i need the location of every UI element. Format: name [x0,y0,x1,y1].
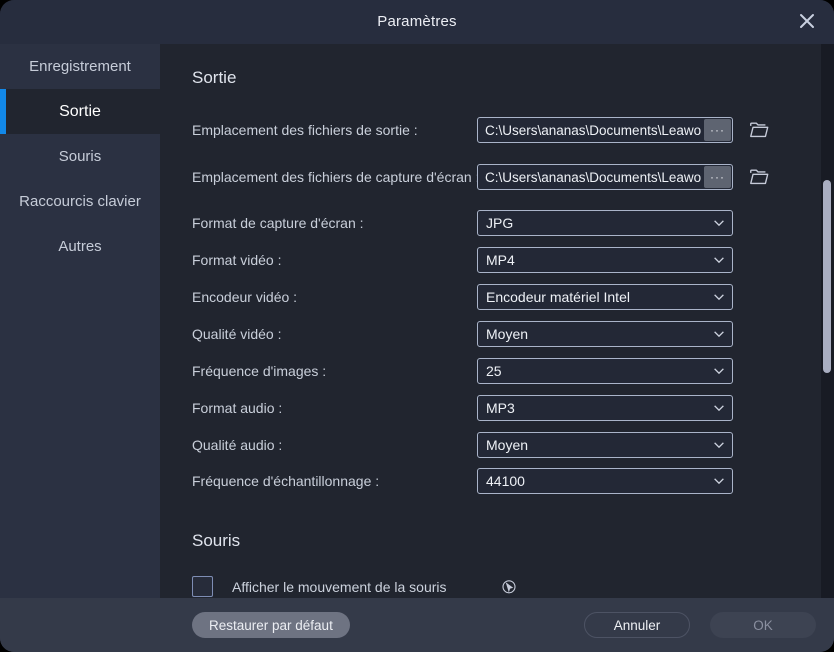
titlebar: Paramètres [0,0,834,44]
setting-row: Format audio : MP3 [160,395,834,421]
sidebar-item-label: Raccourcis clavier [19,193,141,210]
setting-row: Encodeur vidéo : Encodeur matériel Intel [160,284,834,310]
setting-row: Qualité audio : Moyen [160,432,834,458]
sidebar-item-enregistrement[interactable]: Enregistrement [0,44,160,89]
sidebar-item-label: Souris [59,148,102,165]
select-value: MP3 [478,400,706,416]
video-format-select[interactable]: MP4 [477,247,733,273]
select-value: MP4 [478,252,706,268]
dialog-title: Paramètres [0,0,834,44]
close-button[interactable] [795,11,819,35]
folder-icon[interactable] [748,119,770,141]
sidebar-item-label: Enregistrement [29,58,131,75]
settings-dialog: Paramètres Enregistrement Sortie Souris … [0,0,834,652]
setting-row: Fréquence d'images : 25 [160,358,834,384]
section-title-souris: Souris [192,531,240,551]
path-value: C:\Users\ananas\Documents\Leawo [478,123,704,138]
select-value: 25 [478,363,706,379]
path-value: C:\Users\ananas\Documents\Leawo [478,170,704,185]
field-label: Encodeur vidéo : [192,284,297,310]
field-label: Emplacement des fichiers de sortie : [192,117,418,143]
close-icon [797,11,817,36]
show-mouse-movement-checkbox[interactable] [192,576,213,597]
field-label: Format vidéo : [192,247,281,273]
setting-row: Emplacement des fichiers de sortie : C:\… [160,117,834,143]
setting-row: Emplacement des fichiers de capture d'éc… [160,164,834,190]
output-path-field[interactable]: C:\Users\ananas\Documents\Leawo ··· [477,117,733,143]
select-value: Moyen [478,326,706,342]
select-value: 44100 [478,473,706,489]
frame-rate-select[interactable]: 25 [477,358,733,384]
setting-row: Qualité vidéo : Moyen [160,321,834,347]
sidebar-item-sortie[interactable]: Sortie [0,89,160,134]
setting-row: Format de capture d'écran : JPG [160,210,834,236]
folder-icon[interactable] [748,166,770,188]
audio-format-select[interactable]: MP3 [477,395,733,421]
sidebar-item-label: Autres [58,238,101,255]
chevron-down-icon [706,438,732,452]
field-label: Qualité vidéo : [192,321,282,347]
sidebar-item-label: Sortie [59,103,101,121]
chevron-down-icon [706,290,732,304]
sample-rate-select[interactable]: 44100 [477,468,733,494]
scrollbar-thumb[interactable] [823,180,831,373]
browse-button[interactable]: ··· [704,119,731,141]
sidebar: Enregistrement Sortie Souris Raccourcis … [0,44,160,652]
audio-quality-select[interactable]: Moyen [477,432,733,458]
screenshot-path-field[interactable]: C:\Users\ananas\Documents\Leawo ··· [477,164,733,190]
video-encoder-select[interactable]: Encodeur matériel Intel [477,284,733,310]
chevron-down-icon [706,327,732,341]
browse-button[interactable]: ··· [704,166,731,188]
field-label: Qualité audio : [192,432,282,458]
sidebar-item-raccourcis-clavier[interactable]: Raccourcis clavier [0,179,160,224]
field-label: Fréquence d'échantillonnage : [192,468,379,494]
screenshot-format-select[interactable]: JPG [477,210,733,236]
cancel-button[interactable]: Annuler [584,612,690,638]
settings-content: Sortie Emplacement des fichiers de sorti… [160,44,834,652]
footer-bar: Restaurer par défaut Annuler OK [0,598,834,652]
select-value: Encodeur matériel Intel [478,289,706,305]
restore-defaults-button[interactable]: Restaurer par défaut [192,612,350,638]
section-title-sortie: Sortie [192,68,236,88]
scrollbar-track[interactable] [821,44,834,598]
mouse-cursor-icon [500,577,518,600]
field-label: Format audio : [192,395,282,421]
video-quality-select[interactable]: Moyen [477,321,733,347]
sidebar-item-souris[interactable]: Souris [0,134,160,179]
chevron-down-icon [706,401,732,415]
select-value: JPG [478,215,706,231]
chevron-down-icon [706,253,732,267]
chevron-down-icon [706,364,732,378]
field-label: Emplacement des fichiers de capture d'éc… [192,164,480,190]
field-label: Format de capture d'écran : [192,210,364,236]
chevron-down-icon [706,216,732,230]
field-label: Fréquence d'images : [192,358,326,384]
setting-row: Fréquence d'échantillonnage : 44100 [160,468,834,494]
chevron-down-icon [706,474,732,488]
ok-button[interactable]: OK [710,612,816,638]
sidebar-item-autres[interactable]: Autres [0,224,160,269]
checkbox-label: Afficher le mouvement de la souris [232,579,447,595]
select-value: Moyen [478,437,706,453]
setting-row: Format vidéo : MP4 [160,247,834,273]
